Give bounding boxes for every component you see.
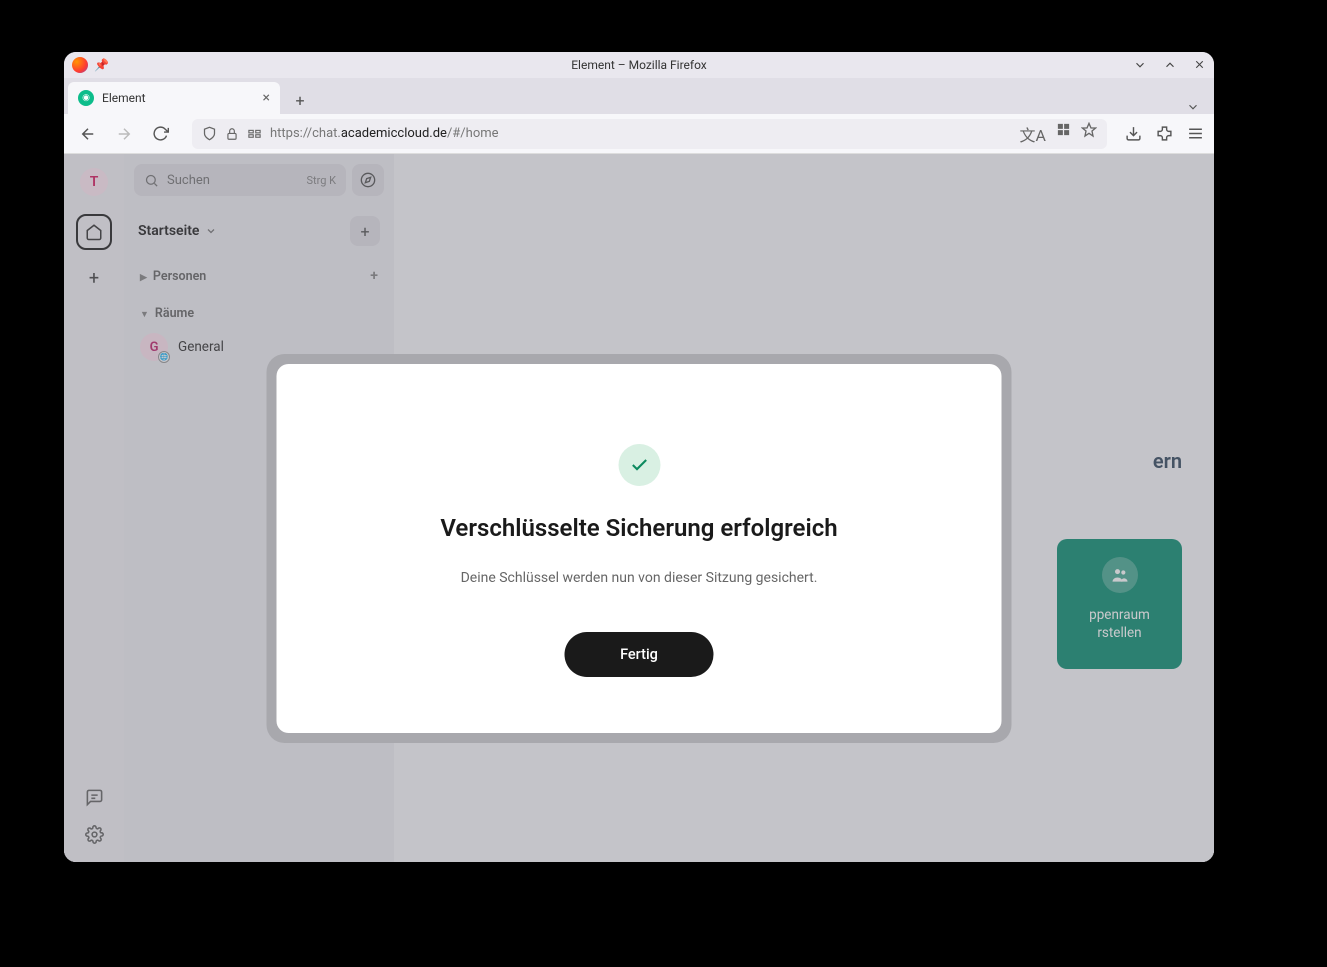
shield-icon xyxy=(202,126,217,141)
qr-icon[interactable] xyxy=(1056,122,1071,137)
window-title: Element – Mozilla Firefox xyxy=(571,58,707,72)
back-button[interactable] xyxy=(74,120,102,148)
toolbar: https://chat.academiccloud.de/#/home 文A xyxy=(64,114,1214,154)
menu-button[interactable] xyxy=(1187,125,1204,142)
minimize-button[interactable] xyxy=(1133,58,1147,72)
close-window-button[interactable] xyxy=(1193,58,1206,72)
done-button[interactable]: Fertig xyxy=(564,632,714,677)
modal-wrapper: Verschlüsselte Sicherung erfolgreich Dei… xyxy=(267,354,1012,743)
close-tab-button[interactable]: × xyxy=(263,90,270,106)
extensions-button[interactable] xyxy=(1156,125,1173,142)
titlebar: 📌 Element – Mozilla Firefox xyxy=(64,52,1214,78)
forward-button[interactable] xyxy=(110,120,138,148)
pin-icon[interactable]: 📌 xyxy=(94,58,109,72)
new-tab-button[interactable]: + xyxy=(286,86,314,114)
url-text: https://chat.academiccloud.de/#/home xyxy=(270,126,499,141)
reload-button[interactable] xyxy=(146,120,174,148)
encryption-success-dialog: Verschlüsselte Sicherung erfolgreich Dei… xyxy=(277,364,1002,733)
firefox-window: 📌 Element – Mozilla Firefox ◉ Element × … xyxy=(64,52,1214,862)
bookmark-icon[interactable] xyxy=(1081,122,1097,138)
all-tabs-button[interactable] xyxy=(1186,100,1200,114)
element-favicon: ◉ xyxy=(78,90,94,106)
dialog-body: Deine Schlüssel werden nun von dieser Si… xyxy=(317,570,962,586)
lock-icon xyxy=(225,127,239,141)
url-bar[interactable]: https://chat.academiccloud.de/#/home 文A xyxy=(192,119,1107,149)
dialog-title: Verschlüsselte Sicherung erfolgreich xyxy=(317,514,962,542)
tab-label: Element xyxy=(102,91,146,105)
downloads-button[interactable] xyxy=(1125,125,1142,142)
tab-element[interactable]: ◉ Element × xyxy=(68,82,280,114)
maximize-button[interactable] xyxy=(1163,58,1177,72)
translate-icon[interactable]: 文A xyxy=(1020,122,1046,146)
permissions-icon xyxy=(247,126,262,141)
check-icon xyxy=(629,455,649,475)
firefox-icon xyxy=(72,57,88,73)
success-badge xyxy=(618,444,660,486)
app-body: T + Suchen Strg K xyxy=(64,154,1214,862)
tabbar: ◉ Element × + xyxy=(64,78,1214,114)
